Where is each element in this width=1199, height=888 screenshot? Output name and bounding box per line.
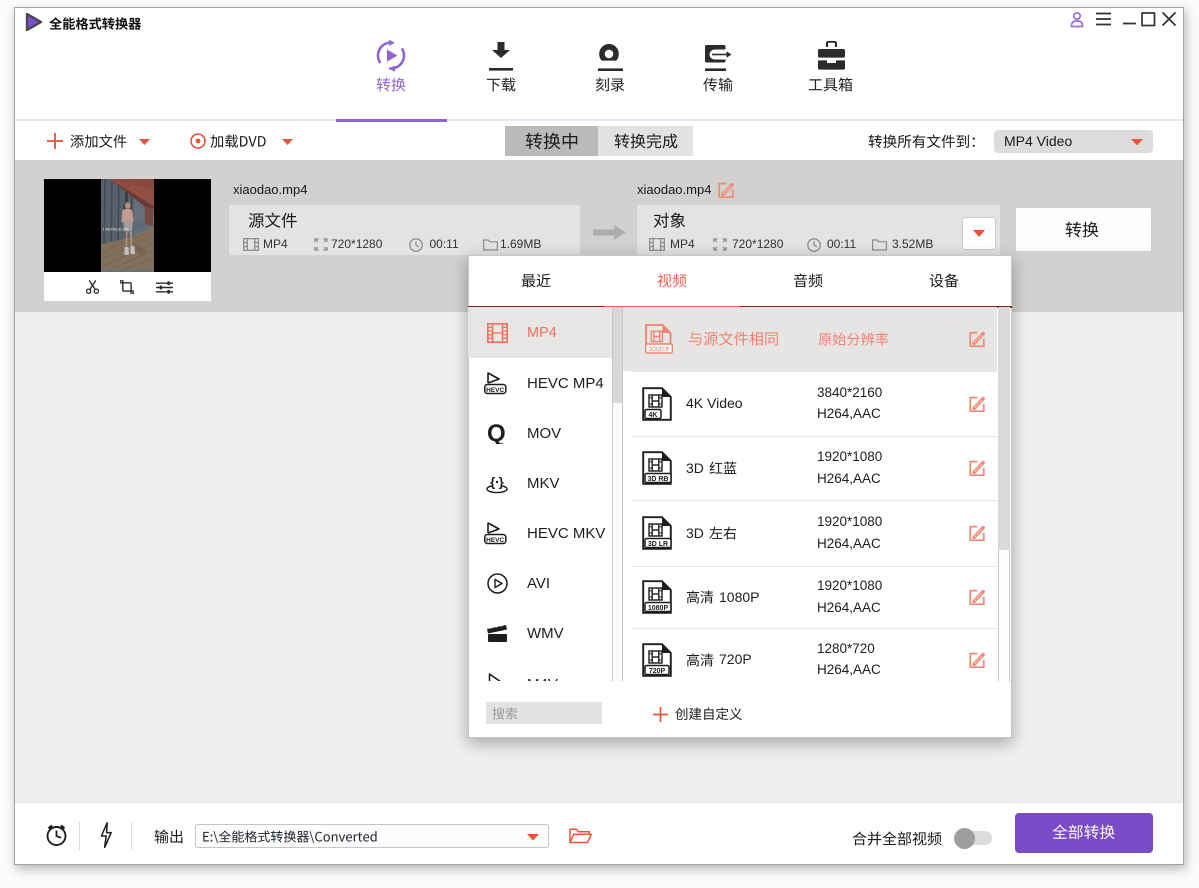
svg-text:3D RB: 3D RB bbox=[647, 476, 668, 483]
svg-text:4K: 4K bbox=[649, 411, 658, 418]
svg-text:Q: Q bbox=[487, 423, 506, 444]
svg-text:1080P: 1080P bbox=[648, 605, 669, 612]
svg-text:720P: 720P bbox=[649, 667, 666, 674]
svg-text:I REPACE 2%: I REPACE 2% bbox=[103, 227, 129, 232]
svg-text:3D LR: 3D LR bbox=[648, 541, 668, 548]
svg-text:source: source bbox=[648, 346, 669, 353]
svg-text:HEVC: HEVC bbox=[486, 537, 504, 544]
svg-text:HEVC: HEVC bbox=[486, 387, 504, 394]
